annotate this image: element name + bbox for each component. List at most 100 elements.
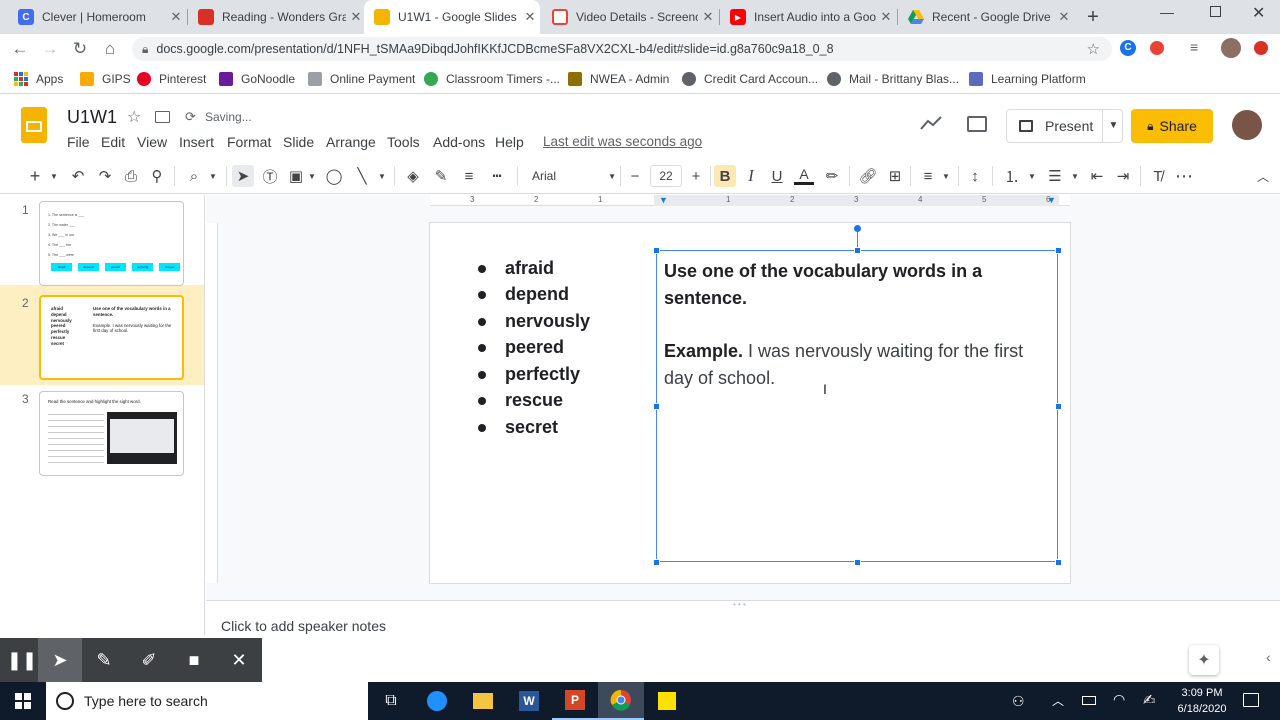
close-tab-icon[interactable]: ✕ — [876, 9, 896, 25]
minimize-window-icon[interactable]: — — [1160, 4, 1174, 20]
back-arrow-icon[interactable]: ← — [8, 38, 32, 60]
italic-icon[interactable]: I — [741, 165, 761, 187]
menu-addons[interactable]: Add-ons — [433, 134, 485, 150]
show-hidden-icons-chevron-icon[interactable]: ︿ — [1052, 692, 1064, 709]
align-icon[interactable]: ≡ — [918, 165, 938, 187]
extension-clever-icon[interactable]: C — [1120, 40, 1136, 56]
maximize-window-icon[interactable] — [1210, 6, 1221, 17]
zoom-dropdown-icon[interactable]: ▼ — [207, 165, 219, 187]
taskbar-search-box[interactable]: Type here to search — [46, 682, 368, 720]
bookmark-learning-platform[interactable]: Learning Platform — [969, 70, 1086, 88]
bookmark-mail[interactable]: Mail - Brittany Blas... — [827, 70, 959, 88]
add-comment-icon[interactable]: ⊞ — [885, 165, 905, 187]
menu-insert[interactable]: Insert — [179, 134, 214, 150]
decrease-indent-icon[interactable]: ⇤ — [1087, 165, 1107, 187]
google-slides-logo-icon[interactable] — [21, 107, 47, 143]
profile-avatar[interactable] — [1221, 38, 1241, 58]
bookmark-gips[interactable]: GIPS — [80, 70, 131, 88]
bookmark-classroom-timers[interactable]: Classroom Timers -... — [424, 70, 560, 88]
line-dropdown-icon[interactable]: ▼ — [376, 165, 388, 187]
slide-thumbnail-1[interactable]: 1. The sentence is ___ 2. The water ___ … — [39, 201, 184, 286]
underline-icon[interactable]: U — [767, 165, 787, 187]
speaker-notes-panel[interactable]: • • • Click to add speaker notes ✦ ‹ — [206, 600, 1280, 682]
powerpoint-icon[interactable]: P — [552, 682, 598, 720]
move-folder-icon[interactable] — [155, 111, 170, 123]
text-color-icon[interactable]: A — [794, 165, 814, 185]
bookmark-credit-card[interactable]: Credit Card Accoun... — [682, 70, 818, 88]
browser-tab[interactable]: Video Details - Screenc ✕ — [542, 0, 718, 34]
print-icon[interactable]: ⎙ — [121, 165, 141, 187]
border-color-icon[interactable]: ✎ — [431, 165, 451, 187]
forward-arrow-icon[interactable]: → — [38, 38, 62, 60]
camera-icon[interactable]: ■ — [172, 638, 216, 682]
bookmark-gonoodle[interactable]: GoNoodle — [219, 70, 295, 88]
task-view-icon[interactable]: ⧉ — [368, 682, 414, 720]
activity-trend-icon[interactable] — [920, 115, 942, 136]
taskbar-clock[interactable]: 3:09 PM 6/18/2020 — [1170, 685, 1234, 717]
vocabulary-list-item[interactable]: depend — [478, 284, 569, 305]
increase-indent-icon[interactable]: ⇥ — [1113, 165, 1133, 187]
bulleted-list-icon[interactable]: ☰ — [1045, 165, 1065, 187]
menu-tools[interactable]: Tools — [387, 134, 420, 150]
resize-handle[interactable] — [854, 559, 861, 566]
menu-edit[interactable]: Edit — [101, 134, 125, 150]
font-family-select[interactable]: Arial ▼ — [526, 165, 616, 187]
link-icon[interactable]: 🔗︎ — [857, 165, 879, 187]
close-window-icon[interactable]: ✕ — [1252, 3, 1265, 23]
resize-handle[interactable] — [653, 403, 660, 410]
explore-icon[interactable]: ✦ — [1189, 645, 1219, 675]
bookmark-apps[interactable]: Apps — [14, 70, 63, 88]
pen-workspace-icon[interactable]: ✍ — [1143, 691, 1156, 709]
vocabulary-list-item[interactable]: perfectly — [478, 364, 580, 385]
resize-handle[interactable] — [653, 247, 660, 254]
right-indent-marker-icon[interactable]: ▼ — [1047, 195, 1056, 205]
vocabulary-list-item[interactable]: nervously — [478, 311, 590, 332]
vocabulary-list-item[interactable]: secret — [478, 417, 558, 438]
battery-icon[interactable] — [1082, 696, 1096, 705]
font-size-input[interactable]: 22 — [650, 165, 682, 187]
slide-thumbnail-3[interactable]: Read the sentence and highlight the sigh… — [39, 391, 184, 476]
selected-text-box[interactable]: Use one of the vocabulary words in a sen… — [656, 250, 1058, 562]
bulleted-list-dropdown-icon[interactable]: ▼ — [1069, 165, 1081, 187]
resize-handle[interactable] — [1055, 559, 1062, 566]
extension-stop-icon[interactable] — [1254, 41, 1268, 55]
resize-handle[interactable] — [1055, 403, 1062, 410]
bookmark-online-payment[interactable]: Online Payment — [308, 70, 415, 88]
vocabulary-list-item[interactable]: afraid — [478, 258, 554, 279]
cursor-icon[interactable]: ➤ — [38, 638, 82, 682]
undo-icon[interactable]: ↶ — [68, 165, 88, 187]
close-tab-icon[interactable]: ✕ — [166, 9, 186, 25]
align-dropdown-icon[interactable]: ▼ — [940, 165, 952, 187]
numbered-list-dropdown-icon[interactable]: ▼ — [1026, 165, 1038, 187]
drag-handle-icon[interactable]: • • • — [733, 600, 746, 609]
collapse-chevron-up-icon[interactable]: ︿ — [1254, 165, 1272, 187]
browser-tab[interactable]: ▶ Insert Audio into a Goo ✕ — [720, 0, 896, 34]
resize-handle[interactable] — [1055, 247, 1062, 254]
clear-formatting-icon[interactable]: T̸ — [1148, 165, 1168, 187]
new-slide-dropdown-icon[interactable]: ▼ — [48, 165, 60, 187]
new-tab-button[interactable]: + — [1082, 6, 1104, 28]
line-spacing-icon[interactable]: ↕ — [965, 165, 985, 187]
menu-help[interactable]: Help — [495, 134, 524, 150]
redo-icon[interactable]: ↷ — [95, 165, 115, 187]
account-avatar[interactable] — [1232, 110, 1262, 140]
document-title[interactable]: U1W1 — [67, 107, 117, 128]
present-button[interactable]: Present ▼ — [1006, 109, 1123, 143]
close-icon[interactable]: ✕ — [217, 638, 261, 682]
sticky-notes-icon[interactable] — [644, 682, 690, 720]
new-slide-plus-icon[interactable]: + — [26, 165, 44, 187]
star-icon[interactable]: ☆ — [127, 107, 141, 127]
browser-tab[interactable]: C Clever | Homeroom ✕ — [8, 0, 186, 34]
slide-thumbnail-2-selected[interactable]: afraid depend nervously peered perfectly… — [39, 295, 184, 380]
select-cursor-icon[interactable]: ➤ — [232, 165, 254, 187]
menu-file[interactable]: File — [67, 134, 90, 150]
bold-icon[interactable]: B — [714, 165, 736, 187]
menu-format[interactable]: Format — [227, 134, 271, 150]
resize-handle[interactable] — [854, 247, 861, 254]
reload-icon[interactable]: ↻ — [68, 38, 92, 60]
vocabulary-list-item[interactable]: rescue — [478, 390, 563, 411]
file-explorer-icon[interactable] — [460, 682, 506, 720]
home-icon[interactable]: ⌂ — [98, 38, 122, 60]
bookmark-pinterest[interactable]: Pinterest — [137, 70, 206, 88]
browser-tab-active[interactable]: U1W1 - Google Slides ✕ — [364, 0, 540, 34]
